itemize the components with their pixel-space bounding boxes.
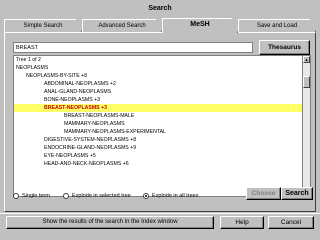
radio-single-term-indicator — [13, 192, 19, 199]
radio-single-term[interactable]: Single term — [13, 191, 50, 201]
scrollbar-thumb[interactable] — [303, 76, 310, 88]
thesaurus-button[interactable]: Thesaurus — [259, 40, 310, 55]
tree-row-selected[interactable]: BREAST-NEOPLASMS +3 — [14, 104, 303, 112]
tree-row[interactable]: BONE-NEOPLASMS +3 — [14, 96, 303, 104]
help-button[interactable]: Help — [220, 216, 264, 229]
tab-bar: Simple Search Advanced Search MeSH Save … — [4, 18, 316, 33]
footer-divider — [0, 213, 320, 214]
radio-single-term-label: Single term — [22, 193, 50, 199]
mesh-panel: Thesaurus Tree 1 of 2 NEOPLASMS NEOPLASM… — [4, 32, 316, 212]
radio-explode-all-indicator — [143, 192, 149, 199]
radio-explode-selected-indicator — [63, 192, 69, 199]
tree-row[interactable]: DIGESTIVE-SYSTEM-NEOPLASMS +8 — [14, 136, 303, 144]
explode-options: Single term Explode in selected tree Exp… — [13, 191, 233, 201]
tree-row[interactable]: NEOPLASMS-BY-SITE +8 — [14, 72, 303, 80]
tree-row[interactable]: ANAL-GLAND-NEOPLASMS — [14, 88, 303, 96]
tree-header: Tree 1 of 2 — [16, 57, 41, 63]
tree-row[interactable]: ABDOMINAL-NEOPLASMS +2 — [14, 80, 303, 88]
cancel-button[interactable]: Cancel — [268, 216, 314, 229]
radio-explode-all-trees[interactable]: Explode in all trees — [143, 191, 198, 201]
radio-explode-selected-label: Explode in selected tree — [72, 193, 131, 199]
up-arrow-icon[interactable]: ▲ — [303, 56, 310, 63]
tree-scrollbar[interactable]: ▲ ▼ — [302, 56, 310, 196]
tab-mesh[interactable]: MeSH — [162, 18, 238, 33]
tree-row[interactable]: BREAST-NEOPLASMS-MALE — [14, 112, 303, 120]
radio-explode-all-label: Explode in all trees — [152, 193, 199, 199]
tree-row[interactable]: MAMMARY-NEOPLASMS — [14, 120, 303, 128]
mesh-tree-list[interactable]: Tree 1 of 2 NEOPLASMS NEOPLASMS-BY-SITE … — [13, 55, 311, 197]
search-button[interactable]: Search — [281, 187, 313, 200]
radio-explode-selected-tree[interactable]: Explode in selected tree — [63, 191, 131, 201]
tree-row-root[interactable]: NEOPLASMS — [14, 64, 303, 72]
window-title: Search — [0, 0, 320, 17]
tree-row-selected-label: BREAST-NEOPLASMS +3 — [44, 105, 107, 111]
tree-row[interactable]: MAMMARY-NEOPLASMS-EXPERIMENTAL — [14, 128, 303, 136]
tree-row[interactable]: ENDOCRINE-GLAND-NEOPLASMS +9 — [14, 144, 303, 152]
tree-content: Tree 1 of 2 NEOPLASMS NEOPLASMS-BY-SITE … — [14, 56, 303, 196]
search-term-input[interactable] — [13, 42, 253, 53]
tree-row[interactable]: HEAD-AND-NECK-NEOPLASMS +6 — [14, 160, 303, 168]
tree-row[interactable]: EYE-NEOPLASMS +5 — [14, 152, 303, 160]
choose-button[interactable]: Choose — [246, 187, 281, 200]
show-results-button[interactable]: Show the results of the search in the In… — [6, 216, 214, 229]
tab-advanced-search[interactable]: Advanced Search — [82, 19, 162, 32]
tab-simple-search[interactable]: Simple Search — [4, 19, 82, 32]
tab-save-and-load[interactable]: Save and Load — [238, 19, 316, 32]
